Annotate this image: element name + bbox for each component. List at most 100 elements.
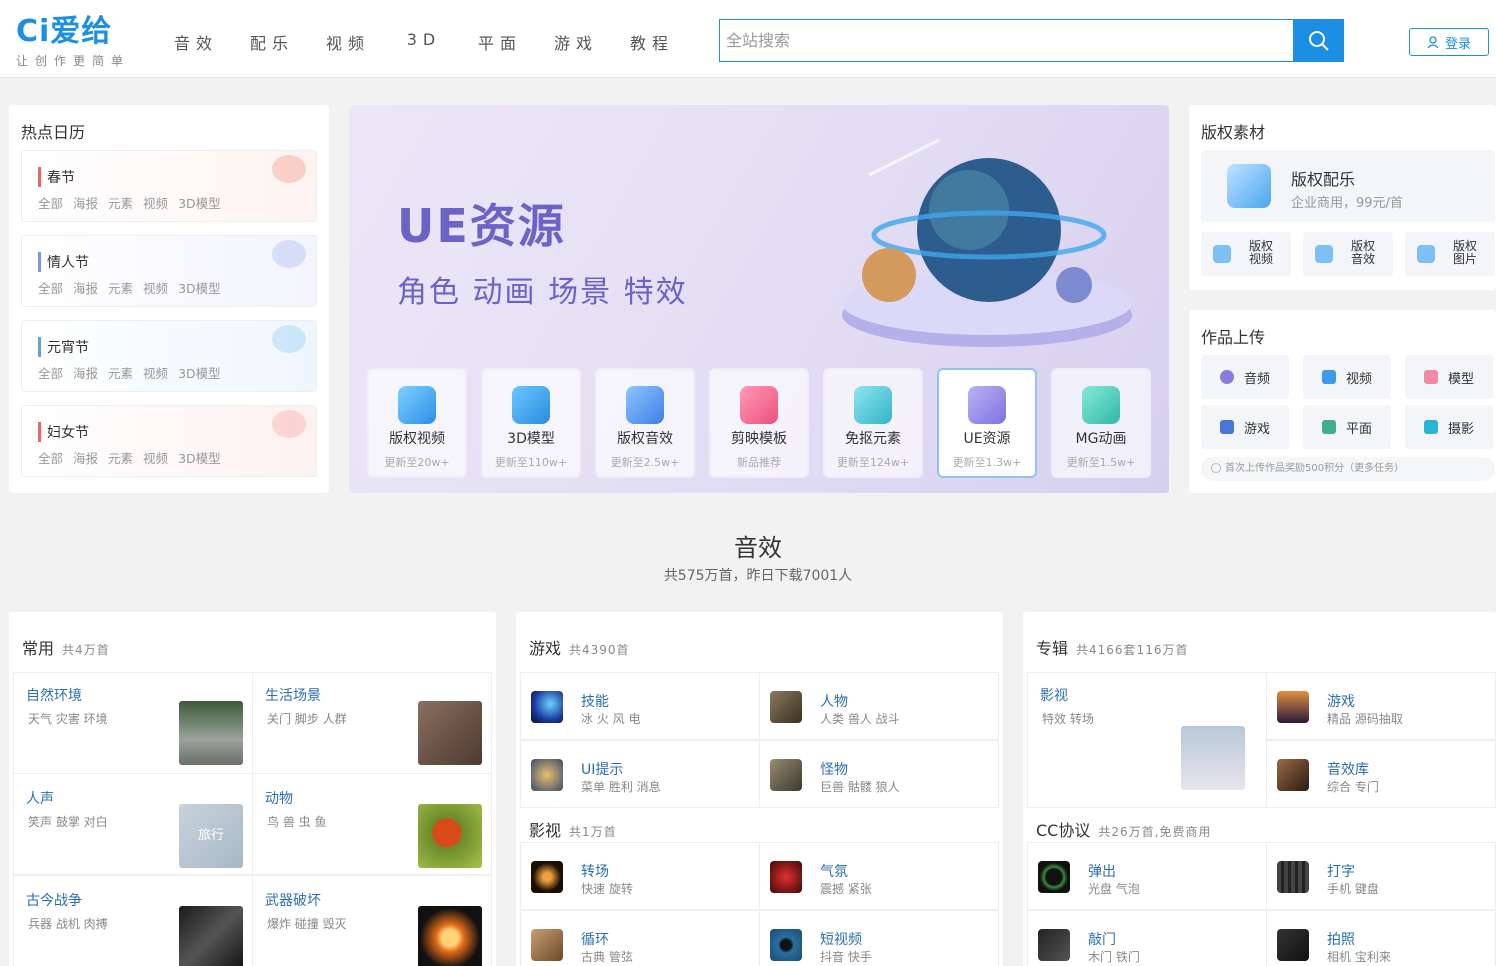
common-count: 共4万首 [62,643,110,657]
feature-ue-resource[interactable]: UE资源 更新至1.3w+ [937,368,1037,478]
link-element[interactable]: 元素 [108,363,133,382]
upload-game[interactable]: 游戏 [1201,405,1289,449]
link-element[interactable]: 元素 [108,278,133,297]
cc-count: 共26万首,免费商用 [1098,825,1212,839]
copyright-music-card[interactable]: 版权配乐 企业商用，99元/首 [1201,150,1495,222]
loop-thumbnail [531,929,563,961]
video-icon [1213,245,1231,263]
login-button[interactable]: 登录 [1409,28,1489,56]
feature-copyright-video[interactable]: 版权视频 更新至20w+ [367,368,467,478]
game-skill[interactable]: 技能 冰 火 风 电 [520,672,760,740]
nav-item-music[interactable]: 配乐 [234,30,310,54]
link-all[interactable]: 全部 [38,278,63,297]
calendar-links: 全部 海报 元素 视频 3D模型 [38,448,221,467]
nav-item-graphic[interactable]: 平面 [462,30,538,54]
ue-resource-banner[interactable]: UE资源 角色 动画 场景 特效 版权视频 更新至20w+ 3D模型 更新至11… [349,105,1169,493]
link-video[interactable]: 视频 [143,363,168,382]
link-element[interactable]: 元素 [108,448,133,467]
feature-3d-model[interactable]: 3D模型 更新至110w+ [481,368,581,478]
game-header: 游戏 共4390首 [529,635,630,659]
link-3d[interactable]: 3D模型 [178,278,221,297]
link-3d[interactable]: 3D模型 [178,193,221,212]
feature-label: 3D模型 [507,431,555,447]
nav-item-game[interactable]: 游戏 [538,30,614,54]
game-ui-prompt[interactable]: UI提示 菜单 胜利 消息 [520,740,760,808]
row-title: 人物 [820,694,848,710]
cube-icon [512,386,550,424]
film-atmosphere[interactable]: 气氛 震撼 紧张 [759,842,999,910]
film-short-video[interactable]: 短视频 抖音 快手 [759,910,999,966]
nav-item-tutorial[interactable]: 教程 [614,30,690,54]
category-nature[interactable]: 自然环境 天气 灾害 环境 [13,672,253,774]
cc-typing[interactable]: 打字 手机 键盘 [1266,842,1496,910]
banner-subtitle: 角色 动画 场景 特效 [397,275,688,310]
game-monster[interactable]: 怪物 巨兽 骷髅 狼人 [759,740,999,808]
upload-graphic-label: 平面 [1345,421,1372,437]
common-title: 常用 [22,639,55,658]
link-poster[interactable]: 海报 [73,448,98,467]
search-input[interactable] [726,20,1286,61]
copyright-video-item[interactable]: 版权视频 [1201,232,1291,276]
cc-popup[interactable]: 弹出 光盘 气泡 [1027,842,1267,910]
link-poster[interactable]: 海报 [73,363,98,382]
upload-audio[interactable]: 音频 [1201,355,1289,399]
calendar-item-lantern[interactable]: 元宵节 全部 海报 元素 视频 3D模型 [21,320,317,392]
upload-model[interactable]: 模型 [1405,355,1493,399]
nav-item-video[interactable]: 视频 [310,30,386,54]
row-tags: 抖音 快手 [820,950,872,964]
link-all[interactable]: 全部 [38,448,63,467]
album-library[interactable]: 音效库 综合 专门 [1266,740,1496,808]
sword-thumbnail [179,906,243,966]
lantern-icon [272,155,306,183]
ladybug-thumbnail [418,804,482,868]
link-3d[interactable]: 3D模型 [178,448,221,467]
category-life[interactable]: 生活场景 关门 脚步 人群 [252,672,492,774]
upload-graphic[interactable]: 平面 [1303,405,1391,449]
feature-capcut-template[interactable]: 剪映模板 新品推荐 [709,368,809,478]
link-video[interactable]: 视频 [143,193,168,212]
nav-item-3d[interactable]: 3D [386,30,462,54]
cc-knock[interactable]: 敲门 木门 铁门 [1027,910,1267,966]
link-video[interactable]: 视频 [143,278,168,297]
film-transition[interactable]: 转场 快速 旋转 [520,842,760,910]
link-video[interactable]: 视频 [143,448,168,467]
category-war[interactable]: 古今战争 兵器 战机 肉搏 [13,875,253,966]
element-icon [854,386,892,424]
link-all[interactable]: 全部 [38,363,63,382]
category-weapon[interactable]: 武器破坏 爆炸 碰撞 毁灭 [252,875,492,966]
link-poster[interactable]: 海报 [73,193,98,212]
copyright-sound-item[interactable]: 版权音效 [1303,232,1393,276]
feature-copyright-sound[interactable]: 版权音效 更新至2.5w+ [595,368,695,478]
row-title: 转场 [581,864,609,880]
logo[interactable]: Ci爱给 让创作更简单 [16,14,130,69]
calendar-item-spring[interactable]: 春节 全部 海报 元素 视频 3D模型 [21,150,317,222]
game-character[interactable]: 人物 人类 兽人 战斗 [759,672,999,740]
feature-cutout-element[interactable]: 免抠元素 更新至124w+ [823,368,923,478]
category-voice[interactable]: 人声 笑声 鼓掌 对白 旅行 [13,773,253,875]
travel-thumbnail: 旅行 [179,804,243,868]
film-loop[interactable]: 循环 古典 管弦 [520,910,760,966]
link-3d[interactable]: 3D模型 [178,363,221,382]
link-element[interactable]: 元素 [108,193,133,212]
copyright-title: 版权素材 [1201,123,1266,142]
link-poster[interactable]: 海报 [73,278,98,297]
album-game[interactable]: 游戏 精品 源码抽取 [1266,672,1496,740]
calendar-item-valentine[interactable]: 情人节 全部 海报 元素 视频 3D模型 [21,235,317,307]
row-tags: 快速 旋转 [581,882,633,896]
search-button[interactable] [1293,19,1344,62]
feature-mg-animation[interactable]: MG动画 更新至1.5w+ [1051,368,1151,478]
feature-sub: 更新至124w+ [836,456,910,469]
album-film[interactable]: 影视 特效 转场 [1027,672,1267,808]
copyright-panel: 版权素材 版权配乐 企业商用，99元/首 版权视频 版权音效 版权图片 [1189,105,1496,290]
nav-item-sound[interactable]: 音效 [158,30,234,54]
cc-photo[interactable]: 拍照 相机 宝利来 [1266,910,1496,966]
upload-photo[interactable]: 摄影 [1405,405,1493,449]
upload-note[interactable]: 首次上传作品奖励500积分（更多任务） [1201,457,1495,481]
calendar-item-women[interactable]: 妇女节 全部 海报 元素 视频 3D模型 [21,405,317,477]
upload-video[interactable]: 视频 [1303,355,1391,399]
copyright-image-item[interactable]: 版权图片 [1405,232,1495,276]
link-all[interactable]: 全部 [38,193,63,212]
game-film-column: 游戏 共4390首 技能 冰 火 风 电 人物 人类 兽人 战斗 UI提示 菜单 … [516,612,1003,966]
category-animal[interactable]: 动物 鸟 兽 虫 鱼 [252,773,492,875]
upload-video-label: 视频 [1345,371,1372,387]
